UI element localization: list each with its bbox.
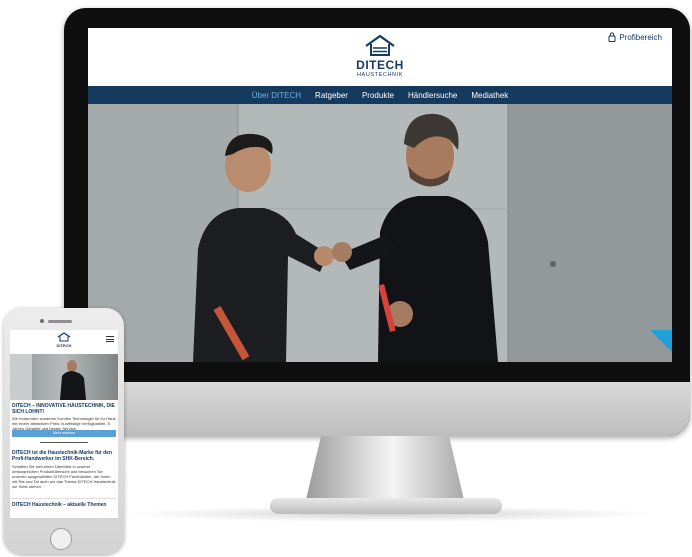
nav-item-produkte[interactable]: Produkte — [362, 91, 394, 100]
nav-item-mediathek[interactable]: Mediathek — [471, 91, 508, 100]
logo-name: DITECH — [356, 58, 404, 72]
hero-image — [88, 104, 672, 362]
phone-home-button — [50, 528, 72, 550]
corner-accent — [650, 330, 672, 352]
hero-photo-illustration — [88, 104, 672, 362]
mobile-hero-image — [10, 354, 118, 400]
mobile-house-logo-icon — [57, 332, 71, 342]
monitor-stand-base — [270, 498, 502, 514]
mobile-heading-innovative: DITECH – INNOVATIVE HAUSTECHNIK, DIE SIC… — [12, 403, 115, 415]
lock-icon — [608, 32, 616, 42]
mobile-heading-themen: DITECH Haustechnik – aktuelle Themen — [12, 502, 107, 508]
mobile-more-button[interactable]: Mehr erfahren — [12, 430, 116, 437]
mobile-hero-photo — [10, 354, 86, 400]
main-nav: Über DITECH Ratgeber Produkte Händlersuc… — [88, 86, 672, 104]
phone-camera — [40, 319, 44, 323]
monitor-chin — [64, 382, 690, 436]
hamburger-menu-icon[interactable] — [106, 336, 114, 342]
nav-item-haendlersuche[interactable]: Händlersuche — [408, 91, 457, 100]
site-logo[interactable]: DITECH HAUSTECHNIK — [350, 33, 410, 83]
phone-speaker — [48, 320, 72, 323]
mobile-header: DITECH — [10, 330, 118, 354]
logo-subtitle: HAUSTECHNIK — [356, 72, 404, 78]
mobile-heading-marke: DITECH ist die Haustechnik-Marke für den… — [12, 450, 113, 462]
site-header: DITECH HAUSTECHNIK Profibereich — [88, 28, 672, 86]
mobile-separator — [12, 498, 116, 499]
monitor-stand — [305, 436, 465, 504]
mobile-overview-text: Schaffen Sie sich einen Überblick in uns… — [12, 464, 116, 489]
nav-item-ueber-ditech[interactable]: Über DITECH — [252, 91, 301, 100]
nav-item-ratgeber[interactable]: Ratgeber — [315, 91, 348, 100]
profibereich-label: Profibereich — [619, 32, 662, 42]
mobile-logo-name: DITECH — [56, 343, 72, 348]
mobile-divider — [40, 442, 88, 443]
desktop-screen: DITECH HAUSTECHNIK Profibereich Über DIT… — [88, 28, 672, 362]
profibereich-link[interactable]: Profibereich — [608, 32, 662, 42]
mobile-intro-text: Wir fordernden sonderen Kunden Technolog… — [12, 416, 116, 431]
mobile-screen: DITECH DITECH – INNOVATIVE HAUSTECHNIK, … — [10, 330, 118, 518]
house-logo-icon — [365, 34, 395, 56]
